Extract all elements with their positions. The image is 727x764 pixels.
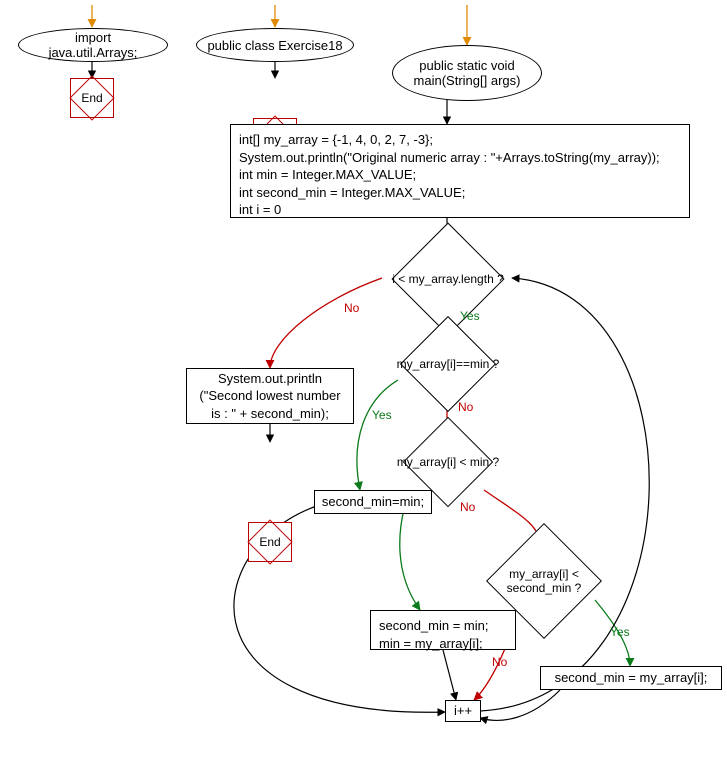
init-line: int i = 0 — [239, 201, 281, 219]
branch-yes: Yes — [372, 408, 392, 422]
init-line: int min = Integer.MAX_VALUE; — [239, 166, 416, 184]
stmt-sm-eq-min: second_min=min; — [314, 490, 432, 514]
end-terminator: End — [248, 522, 292, 562]
stmt-swap-line: min = my_array[i]; — [379, 635, 483, 653]
entry-class-label: public class Exercise18 — [207, 38, 342, 53]
entry-main: public static void main(String[] args) — [392, 45, 542, 101]
stmt-print-line: ("Second lowest number — [199, 387, 340, 405]
decision-ltmin-label: my_array[i] < min ? — [397, 455, 499, 469]
branch-no: No — [344, 301, 359, 315]
entry-main-label-2: main(String[] args) — [414, 73, 521, 88]
init-line: int[] my_array = {-1, 4, 0, 2, 7, -3}; — [239, 131, 433, 149]
decision-eqmin-label: my_array[i]==min ? — [397, 357, 500, 371]
branch-no: No — [458, 400, 473, 414]
end-label: End — [259, 535, 280, 549]
init-block: int[] my_array = {-1, 4, 0, 2, 7, -3}; S… — [230, 124, 690, 218]
stmt-swap-line: second_min = min; — [379, 617, 488, 635]
stmt-print-line: is : " + second_min); — [211, 405, 329, 423]
branch-no: No — [492, 655, 507, 669]
stmt-sm-arr-label: second_min = my_array[i]; — [555, 669, 708, 687]
branch-yes: Yes — [610, 625, 630, 639]
stmt-inc: i++ — [445, 700, 481, 722]
stmt-sm-eq-min-label: second_min=min; — [322, 493, 424, 511]
stmt-swap: second_min = min; min = my_array[i]; — [370, 610, 516, 650]
decision-eqmin: my_array[i]==min ? — [400, 316, 496, 412]
decision-ltsecond-label: my_array[i] < second_min ? — [507, 567, 582, 595]
stmt-print: System.out.println ("Second lowest numbe… — [186, 368, 354, 424]
stmt-sm-arr: second_min = my_array[i]; — [540, 666, 722, 690]
entry-import: import java.util.Arrays; — [18, 28, 168, 62]
end-terminator: End — [70, 78, 114, 118]
init-line: System.out.println("Original numeric arr… — [239, 149, 660, 167]
entry-main-label-1: public static void — [419, 58, 514, 73]
end-label: End — [81, 91, 102, 105]
entry-class: public class Exercise18 — [196, 28, 354, 62]
stmt-inc-label: i++ — [454, 702, 472, 720]
branch-yes: Yes — [460, 309, 480, 323]
flowchart-canvas: import java.util.Arrays; End public clas… — [0, 0, 727, 764]
entry-import-label: import java.util.Arrays; — [29, 30, 157, 60]
stmt-print-line: System.out.println — [218, 370, 322, 388]
decision-loop-label: i < my_array.length ? — [392, 272, 504, 286]
branch-no: No — [460, 500, 475, 514]
init-line: int second_min = Integer.MAX_VALUE; — [239, 184, 465, 202]
